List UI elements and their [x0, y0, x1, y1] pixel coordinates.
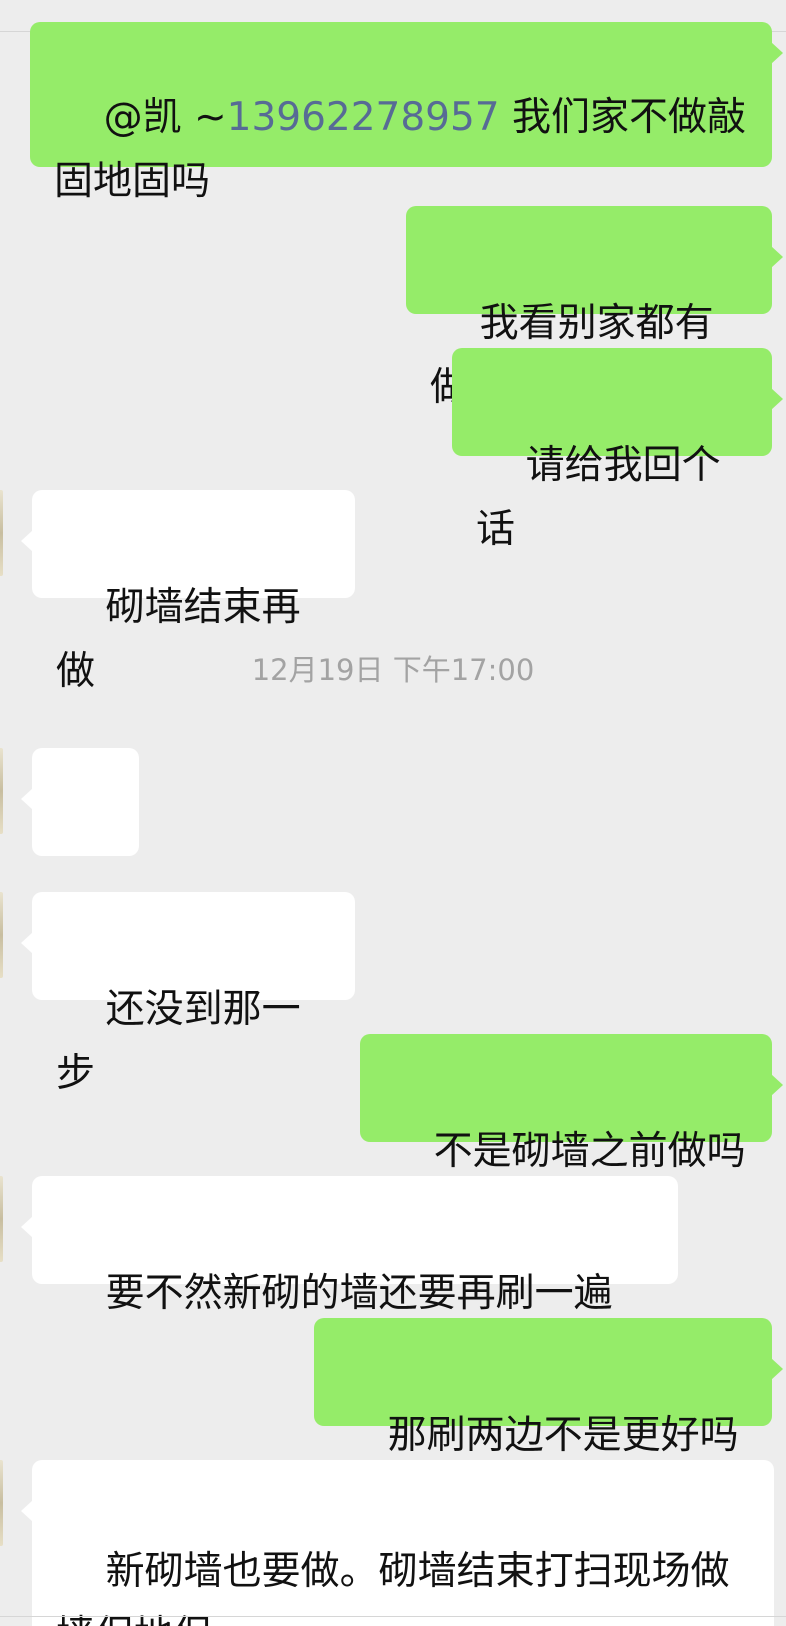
- received-message-bubble[interactable]: 砌墙结束再做: [21, 490, 355, 694]
- sender-avatar[interactable]: [0, 892, 3, 978]
- chat-message-list[interactable]: @凯 ~13962278957 我们家不做敲固地固吗 我看别家都有做 请给我回个…: [0, 0, 786, 1626]
- sender-avatar[interactable]: [0, 1176, 3, 1262]
- sent-message-bubble[interactable]: @凯 ~13962278957 我们家不做敲固地固吗: [30, 22, 783, 204]
- sent-message-bubble[interactable]: 那刷两边不是更好吗: [314, 1318, 783, 1458]
- received-message-bubble[interactable]: 新砌墙也要做。砌墙结束打扫现场做墙保地保: [21, 1460, 774, 1626]
- message-text: 不是砌墙之前做吗: [433, 1129, 746, 1174]
- message-text: 还没到那一步: [56, 987, 301, 1096]
- sent-message-bubble[interactable]: 请给我回个话: [452, 348, 783, 552]
- sent-message-bubble[interactable]: 不是砌墙之前做吗: [360, 1034, 783, 1174]
- sender-avatar[interactable]: [0, 490, 3, 576]
- sender-avatar[interactable]: [0, 1460, 3, 1546]
- mention-name[interactable]: @凯 ~: [104, 95, 227, 140]
- message-text: 请给我回个话: [476, 443, 721, 552]
- received-message-bubble[interactable]: [21, 748, 139, 957]
- mention-phone-link[interactable]: 13962278957: [227, 95, 500, 140]
- message-text: 要不然新砌的墙还要再刷一遍: [105, 1271, 613, 1316]
- message-text: 那刷两边不是更好吗: [387, 1413, 739, 1458]
- sender-avatar[interactable]: [0, 748, 3, 834]
- received-message-bubble[interactable]: 要不然新砌的墙还要再刷一遍: [21, 1176, 678, 1316]
- input-bar-divider: [0, 1616, 786, 1617]
- message-text: 新砌墙也要做。砌墙结束打扫现场做墙保地保: [56, 1549, 730, 1626]
- received-message-bubble[interactable]: 还没到那一步: [21, 892, 355, 1096]
- chat-timestamp: 12月19日 下午17:00: [251, 653, 535, 687]
- sent-message-bubble[interactable]: 我看别家都有做: [406, 206, 783, 410]
